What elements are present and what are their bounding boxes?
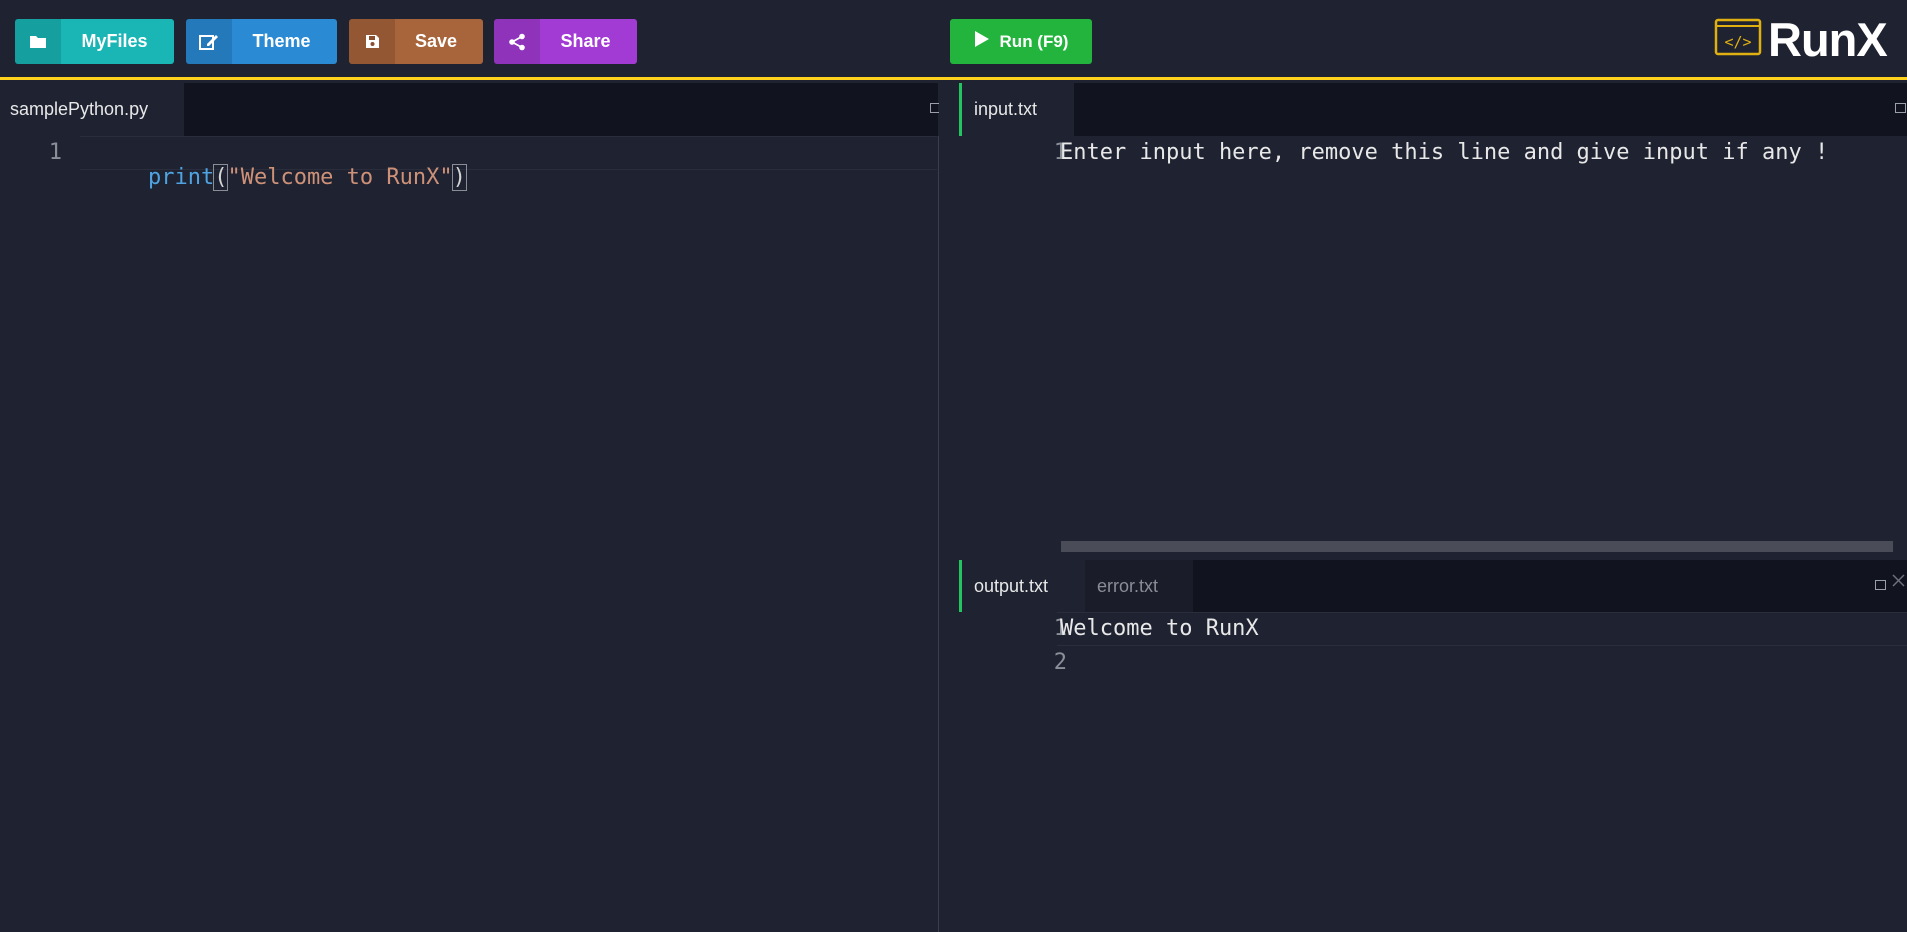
tab-output-txt[interactable]: output.txt	[959, 560, 1085, 613]
folder-icon	[15, 19, 61, 64]
code-window-icon: </>	[1714, 17, 1762, 62]
tab-label: samplePython.py	[10, 99, 149, 119]
theme-label: Theme	[252, 31, 311, 51]
run-label: Run (F9)	[999, 31, 1069, 51]
tab-label: error.txt	[1097, 576, 1159, 596]
editor-tabbar: samplePython.py	[0, 83, 941, 136]
myfiles-label: MyFiles	[81, 31, 148, 51]
logo-glyph: </>	[1724, 33, 1751, 51]
close-icon[interactable]	[1892, 574, 1905, 592]
top-toolbar: MyFiles Theme Save Share Run (F9) </> Ru…	[0, 0, 1907, 80]
line-number: 1	[48, 140, 62, 165]
play-icon	[974, 30, 990, 53]
share-icon	[494, 19, 540, 64]
share-button[interactable]: Share	[494, 19, 637, 64]
save-label: Save	[414, 31, 458, 51]
save-button[interactable]: Save	[349, 19, 483, 64]
myfiles-button[interactable]: MyFiles	[15, 19, 174, 64]
line-number: 2	[1053, 650, 1067, 675]
share-label: Share	[560, 31, 611, 51]
code-token-string: "Welcome to RunX"	[227, 165, 453, 190]
maximize-icon[interactable]	[1875, 580, 1886, 590]
code-line: print("Welcome to RunX")	[95, 140, 467, 215]
code-token-function: print	[147, 165, 215, 190]
tab-label: output.txt	[974, 576, 1049, 596]
tab-input-txt[interactable]: input.txt	[959, 83, 1074, 136]
tab-sample-python[interactable]: samplePython.py	[0, 83, 184, 136]
output-viewer[interactable]: 1 Welcome to RunX 2	[959, 612, 1907, 932]
output-tabbar: output.txt error.txt	[959, 560, 1907, 613]
edit-icon	[186, 19, 232, 64]
brand-logo: </> RunX	[1714, 12, 1888, 66]
pane-divider-vertical[interactable]	[939, 83, 959, 932]
brand-name: RunX	[1768, 12, 1888, 66]
maximize-icon[interactable]	[1895, 103, 1906, 113]
output-line: Welcome to RunX	[1060, 616, 1259, 641]
tab-error-txt[interactable]: error.txt	[1085, 560, 1193, 613]
code-token-paren-close: )	[451, 164, 467, 191]
run-button[interactable]: Run (F9)	[950, 19, 1092, 64]
input-tabbar: input.txt	[959, 83, 1907, 136]
input-line: Enter input here, remove this line and g…	[1060, 140, 1829, 165]
horizontal-scrollbar[interactable]	[1061, 541, 1893, 552]
tab-label: input.txt	[974, 99, 1038, 119]
code-editor[interactable]: 1 print("Welcome to RunX")	[0, 136, 946, 932]
floppy-disk-icon	[349, 19, 395, 64]
theme-button[interactable]: Theme	[186, 19, 337, 64]
input-editor[interactable]: 1 Enter input here, remove this line and…	[959, 136, 1907, 554]
code-token-paren-open: (	[213, 164, 229, 191]
